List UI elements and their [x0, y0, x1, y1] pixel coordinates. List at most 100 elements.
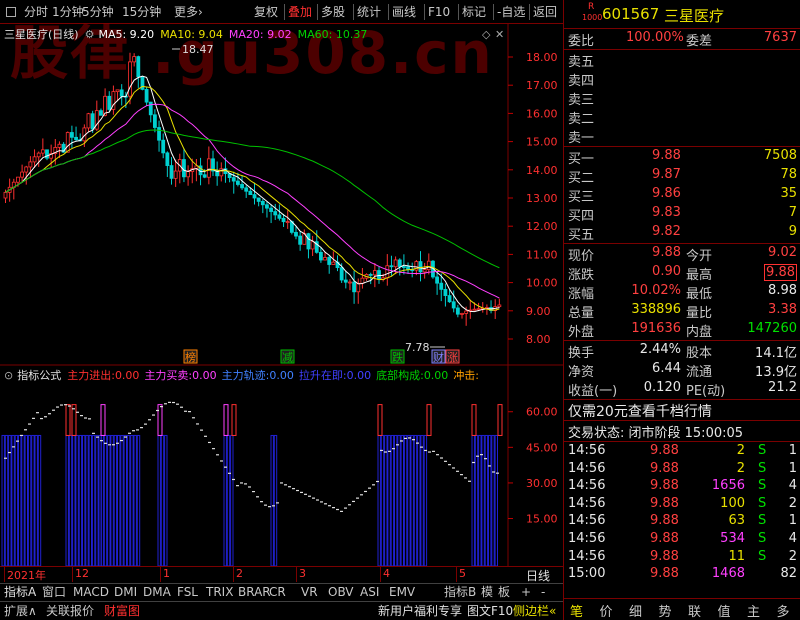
quote-tab[interactable]: 联: [688, 601, 701, 620]
candle-body: [460, 313, 464, 315]
indicator-bar: [130, 434, 134, 566]
quote-tab[interactable]: 值: [718, 601, 731, 620]
toolbar-right-button-8[interactable]: 返回: [533, 3, 557, 21]
stock-name: 三星医疗: [664, 7, 725, 25]
divider: [564, 49, 800, 50]
quote-tab[interactable]: 主: [747, 601, 760, 620]
stat-label: 现价: [568, 249, 595, 264]
price-tick-label: 11.00: [526, 248, 558, 261]
candle-body: [20, 171, 25, 178]
promo-text[interactable]: 仅需20元查看千档行情: [568, 401, 712, 421]
tick-time: 14:56: [568, 513, 606, 529]
weicha-label: 委差: [686, 34, 713, 49]
bottom-right-button[interactable]: 图文F10: [467, 603, 513, 620]
indicator-bar: [387, 434, 391, 566]
bottom-right-button[interactable]: 侧边栏«: [513, 603, 556, 620]
indicator-tab[interactable]: VR: [301, 584, 318, 601]
collapse-icon[interactable]: ⊙: [4, 369, 13, 382]
indicator-tab[interactable]: OBV: [328, 584, 354, 601]
indicator-tab[interactable]: 模: [481, 584, 493, 601]
bottom-right-button[interactable]: 新用户福利专享: [378, 603, 462, 620]
indicator-tab[interactable]: ASI: [360, 584, 379, 601]
candle-body: [57, 143, 62, 148]
candle-body: [128, 61, 132, 97]
buy-price: 9.82: [652, 224, 681, 239]
price-tick-label: 8.00: [526, 333, 551, 346]
stock-title: 三星医疗(日线): [4, 28, 79, 41]
candle-body: [240, 184, 244, 189]
close-icon: ✕: [495, 28, 504, 41]
indicator-bar: [14, 434, 19, 566]
quote-tab[interactable]: 势: [659, 601, 672, 620]
indicator-bar: [474, 434, 479, 566]
r-badge: R: [588, 2, 595, 12]
candle-body: [294, 231, 298, 237]
settings-icon[interactable]: ⚙: [85, 28, 95, 41]
indicator-tab[interactable]: DMA: [143, 584, 171, 601]
candle-body: [476, 308, 481, 311]
indicator-tab[interactable]: TRIX: [206, 584, 233, 601]
stat-label: 最高: [686, 268, 713, 283]
quote-tab[interactable]: 价: [600, 601, 613, 620]
low-price-label: 7.78: [405, 341, 430, 354]
indicator-tab[interactable]: -: [541, 584, 545, 601]
bottom-left-button[interactable]: 财富图: [104, 603, 140, 620]
tick-count: 82: [780, 566, 797, 582]
indicator-tab[interactable]: EMV: [389, 584, 415, 601]
candle-body: [265, 204, 269, 209]
tick-volume: 63: [728, 513, 745, 529]
candle-body: [157, 127, 161, 141]
candle-body: [115, 89, 120, 93]
candlestick-chart[interactable]: 18.00 17.00 16.00 15.00 14.00 13.00 12.00 11.00…: [0, 24, 563, 366]
indicator-tab[interactable]: 窗口: [42, 584, 66, 601]
tick-volume: 1468: [711, 566, 745, 582]
trade-status: 交易状态: 闭市阶段 15:00:05: [568, 426, 744, 441]
stat2-label: 换手: [568, 346, 595, 361]
ma60-line: [5, 129, 500, 269]
divider: [564, 146, 800, 147]
indicator-tab[interactable]: CR: [269, 584, 286, 601]
buy-label: 买三: [568, 190, 595, 205]
indicator-tab[interactable]: 指标B: [444, 584, 476, 601]
tick-time: 14:56: [568, 495, 606, 511]
candle-body: [422, 269, 427, 273]
indicator-bar: [110, 434, 114, 566]
indicator-bar: [68, 434, 73, 566]
bottom-left-button[interactable]: 扩展∧: [4, 603, 37, 620]
quote-tab[interactable]: 笔: [570, 601, 583, 620]
stat-value: 9.88: [764, 264, 797, 281]
toolbar-right-button-7[interactable]: -自选: [497, 3, 525, 21]
buy-label: 买二: [568, 171, 595, 186]
indicator-tick-label: 45.00: [526, 441, 558, 454]
quote-tab[interactable]: 细: [629, 601, 642, 620]
indicator-chart[interactable]: 60.00 45.00 30.00 15.00: [0, 366, 563, 566]
buy-label: 买四: [568, 209, 595, 224]
candle-body: [447, 295, 452, 303]
tick-side: S: [758, 478, 767, 494]
stat-label: 今开: [686, 249, 713, 264]
candle-body: [281, 217, 286, 223]
candle-body: [248, 190, 253, 196]
indicator-bar: [37, 434, 42, 566]
candle-body: [497, 304, 502, 308]
candle-body: [86, 113, 91, 129]
date-label: 12: [72, 567, 89, 582]
buy-price: 9.88: [652, 148, 681, 163]
indicator-tab[interactable]: +: [521, 584, 531, 601]
indicator-bar: [82, 434, 86, 566]
candle-body: [310, 241, 315, 250]
bottom-left-button[interactable]: 关联报价: [46, 603, 94, 620]
indicator-tick-label: 15.00: [526, 513, 558, 526]
indicator-tab[interactable]: FSL: [177, 584, 198, 601]
tick-time: 15:00: [568, 566, 606, 582]
indicator-tab[interactable]: 板: [498, 584, 510, 601]
sell-label: 卖二: [568, 112, 595, 127]
indicator-tab[interactable]: 指标A: [4, 584, 36, 601]
indicator-tab[interactable]: DMI: [114, 584, 137, 601]
candle-body: [32, 156, 37, 163]
indicator-tab[interactable]: BRAR: [238, 584, 271, 601]
quote-tab[interactable]: 多: [777, 601, 790, 620]
tick-volume: 534: [720, 531, 745, 546]
indicator-tab[interactable]: MACD: [73, 584, 109, 601]
period-label[interactable]: 日线: [526, 567, 550, 584]
